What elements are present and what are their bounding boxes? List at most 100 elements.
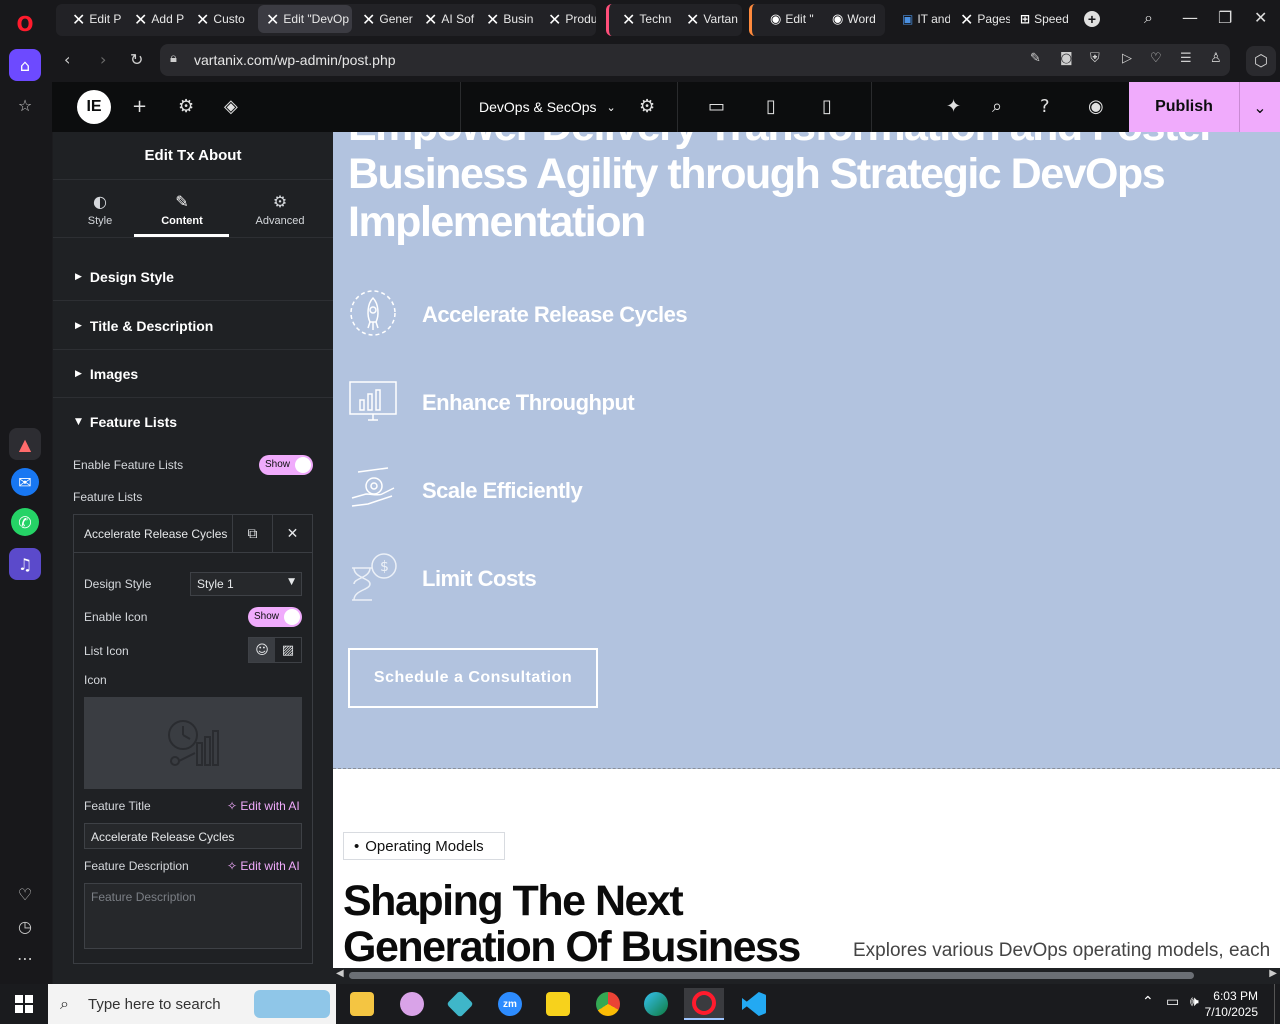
tab-style[interactable]: ◐ Style xyxy=(53,192,147,227)
vscode-icon[interactable] xyxy=(734,988,774,1020)
schedule-consultation-button[interactable]: Schedule a Consultation xyxy=(348,648,598,708)
tab[interactable]: ✕ Gener xyxy=(354,5,414,33)
preview-eye-icon[interactable]: ◉ xyxy=(1088,96,1104,117)
taskbar-search-input[interactable]: ⌕ Type here to search xyxy=(48,984,336,1024)
back-icon[interactable]: ‹ xyxy=(64,50,70,69)
chrome-icon[interactable] xyxy=(588,988,628,1020)
tab-content[interactable]: ✎ Content xyxy=(135,192,229,227)
close-icon[interactable]: ✕ xyxy=(272,515,312,553)
tab[interactable]: ◉ Word xyxy=(824,5,884,33)
elementor-x-icon: ✕ xyxy=(266,9,280,29)
system-clock[interactable]: 6:03 PM 7/10/2025 xyxy=(1196,988,1258,1020)
tab[interactable]: ✕ Pages xyxy=(952,5,1010,33)
tab[interactable]: ✕ Produ xyxy=(540,5,596,33)
extensions-icon[interactable]: ⬡ xyxy=(1246,46,1276,76)
show-desktop-button[interactable] xyxy=(1274,984,1280,1024)
grid-icon: ⊞ xyxy=(1020,12,1031,26)
hero-section[interactable]: Empower Delivery Transformation and Fost… xyxy=(333,132,1280,769)
tablet-icon[interactable]: ▯ xyxy=(766,96,776,117)
forward-icon[interactable]: › xyxy=(100,50,106,69)
add-element-icon[interactable]: + xyxy=(132,96,147,117)
url-field[interactable]: 🔒︎ vartanix.com/wp-admin/post.php ✎ ◙ ⛨ … xyxy=(160,44,1230,76)
feature-title-input[interactable]: Accelerate Release Cycles xyxy=(84,823,302,849)
app-diamond-icon[interactable] xyxy=(440,988,480,1020)
canvas-horizontal-scrollbar[interactable]: ◀ ▶ xyxy=(333,968,1280,984)
whatsapp-icon[interactable]: ✆ xyxy=(11,508,39,536)
section-images[interactable]: ▶ Images xyxy=(53,350,333,398)
tab-advanced[interactable]: ⚙ Advanced xyxy=(233,192,327,227)
star-icon[interactable]: ☆ xyxy=(9,89,41,121)
section-design-style[interactable]: ▶ Design Style xyxy=(53,253,333,301)
network-icon[interactable]: ▭ xyxy=(1166,994,1179,1010)
mobile-icon[interactable]: ▯ xyxy=(822,96,832,117)
section-title-description[interactable]: ▶ Title & Description xyxy=(53,302,333,350)
reload-icon[interactable]: ↻ xyxy=(130,50,143,69)
tab[interactable]: ✕ Custo xyxy=(188,5,254,33)
paint-icon[interactable] xyxy=(392,988,432,1020)
file-explorer-icon[interactable] xyxy=(342,988,382,1020)
minimize-icon[interactable]: — xyxy=(1182,8,1198,27)
publish-options-chevron-icon[interactable]: ⌄ xyxy=(1239,82,1280,132)
close-window-icon[interactable]: ✕ xyxy=(1254,8,1267,27)
camera-icon[interactable]: ◙ xyxy=(1060,51,1073,66)
maximize-icon[interactable]: ❐ xyxy=(1218,8,1232,27)
send-icon[interactable]: ▷ xyxy=(1122,51,1132,66)
icon-type-smiley-icon[interactable]: ☺ xyxy=(249,638,275,662)
tab[interactable]: ✕ AI Sof xyxy=(416,5,476,33)
profile-icon[interactable]: ♙ xyxy=(1210,51,1222,66)
tab[interactable]: ✕ Vartan xyxy=(678,5,740,33)
tab[interactable]: ✕ Add P xyxy=(126,5,186,33)
tab[interactable]: ✕ Busin xyxy=(478,5,538,33)
settings-sliders-icon[interactable]: ⚙ xyxy=(178,96,194,117)
edit-with-ai-link[interactable]: ✧ Edit with AI xyxy=(227,859,300,873)
opera-taskbar-icon[interactable] xyxy=(684,988,724,1020)
tab[interactable]: ✕ Techn xyxy=(614,5,676,33)
enable-feature-lists-toggle[interactable]: Show xyxy=(259,455,313,475)
design-style-select[interactable]: Style 1 ▼ xyxy=(190,572,302,596)
history-icon[interactable]: ◷ xyxy=(9,910,41,942)
messenger-icon[interactable]: ✉ xyxy=(11,468,39,496)
windows-start-icon[interactable] xyxy=(0,984,48,1024)
search-tabs-icon[interactable]: ⌕ xyxy=(1144,8,1153,28)
heart-icon[interactable]: ♡ xyxy=(9,878,41,910)
edit-icon[interactable]: ✎ xyxy=(1030,51,1041,66)
zoom-icon[interactable]: zm xyxy=(490,988,530,1020)
tab[interactable]: ✕ Edit P xyxy=(64,5,124,33)
sticky-notes-icon[interactable] xyxy=(538,988,578,1020)
elementor-logo-icon[interactable]: IE xyxy=(77,90,111,124)
icon-preview[interactable] xyxy=(84,697,302,789)
edge-icon[interactable] xyxy=(636,988,676,1020)
scrollbar-thumb[interactable] xyxy=(349,972,1194,979)
page-settings-icon[interactable]: ⚙ xyxy=(639,96,655,117)
scroll-left-icon[interactable]: ◀ xyxy=(336,968,344,979)
music-player-icon[interactable]: ♫ xyxy=(9,548,41,580)
desktop-icon[interactable]: ▭ xyxy=(708,96,725,117)
duplicate-icon[interactable]: ⧉ xyxy=(232,515,272,553)
more-icon[interactable]: ⋯ xyxy=(9,942,41,974)
new-tab-button[interactable]: + xyxy=(1080,5,1104,33)
icon-type-image-icon[interactable]: ▨ xyxy=(275,638,301,662)
home-icon[interactable]: ⌂ xyxy=(9,49,41,81)
hero-heading: Empower Delivery Transformation and Fost… xyxy=(348,132,1216,246)
heart-outline-icon[interactable]: ♡ xyxy=(1150,51,1162,66)
tab[interactable]: ◉ Edit " xyxy=(762,5,822,33)
search-icon[interactable]: ⌕ xyxy=(992,96,1002,117)
scroll-right-icon[interactable]: ▶ xyxy=(1269,968,1277,979)
publish-button[interactable]: Publish xyxy=(1129,82,1239,132)
tab[interactable]: ▣ IT and xyxy=(894,5,950,33)
tab-active[interactable]: ✕ Edit "DevOp xyxy=(258,5,352,33)
easy-setup-icon[interactable]: ☰ xyxy=(1180,51,1192,66)
opera-logo-icon[interactable]: O xyxy=(9,8,41,40)
adblock-icon[interactable]: ⛨ xyxy=(1090,51,1100,66)
enable-icon-toggle[interactable]: Show xyxy=(248,607,302,627)
layers-icon[interactable]: ◈ xyxy=(224,96,238,117)
section-feature-lists[interactable]: ▼ Feature Lists xyxy=(53,398,333,446)
notifications-icon[interactable]: ✦ xyxy=(946,96,961,117)
feature-description-textarea[interactable]: Feature Description xyxy=(84,883,302,949)
aria-icon[interactable]: ▲ xyxy=(9,428,41,460)
edit-with-ai-link[interactable]: ✧ Edit with AI xyxy=(227,799,300,813)
help-icon[interactable]: ? xyxy=(1040,96,1050,117)
tray-chevron-up-icon[interactable]: ⌃ xyxy=(1142,994,1154,1010)
tab[interactable]: ⊞ Speed xyxy=(1012,5,1072,33)
repeater-item-header[interactable]: Accelerate Release Cycles ⧉ ✕ xyxy=(74,515,312,553)
